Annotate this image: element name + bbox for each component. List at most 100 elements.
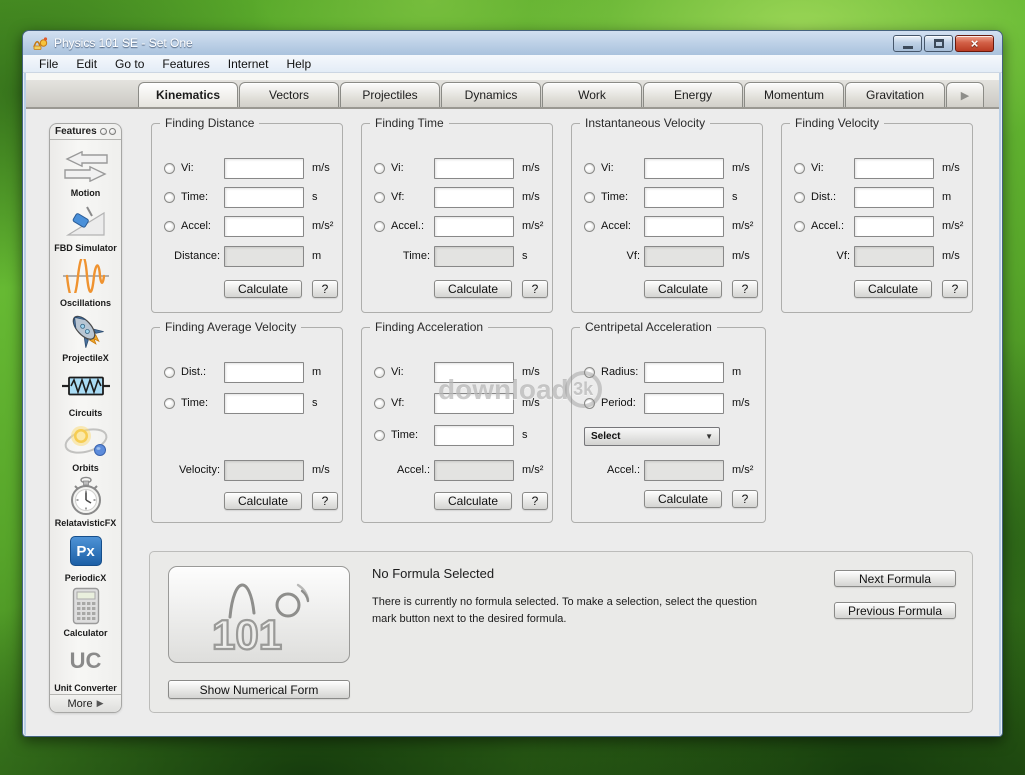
radio-time[interactable] (584, 192, 595, 203)
panel-title: Finding Acceleration (370, 320, 488, 334)
calculate-button[interactable]: Calculate (644, 280, 722, 298)
radio-vf[interactable] (374, 192, 385, 203)
tab-energy[interactable]: Energy (643, 82, 743, 107)
panel-finding-time: Finding Time Vi:m/s Vf:m/s Accel.:m/s² T… (361, 123, 553, 313)
radio-time[interactable] (374, 430, 385, 441)
close-icon: × (971, 37, 979, 50)
calculate-button[interactable]: Calculate (854, 280, 932, 298)
menu-edit[interactable]: Edit (67, 56, 106, 72)
panel-title: Finding Velocity (790, 116, 884, 130)
chevron-right-icon: ▶ (961, 89, 969, 102)
vi-input[interactable] (434, 362, 514, 383)
next-formula-button[interactable]: Next Formula (834, 570, 956, 587)
show-numerical-form-button[interactable]: Show Numerical Form (168, 680, 350, 699)
radio-accel[interactable] (794, 221, 805, 232)
accel-output (434, 460, 514, 481)
sidebar-item-fbd-simulator[interactable]: FBD Simulator (50, 199, 121, 254)
more-button[interactable]: More ▶ (50, 694, 121, 712)
accel-input[interactable] (644, 216, 724, 237)
help-button[interactable]: ? (522, 492, 548, 510)
time-input[interactable] (224, 187, 304, 208)
dist-input[interactable] (854, 187, 934, 208)
stopwatch-icon (67, 474, 105, 518)
menu-help[interactable]: Help (277, 56, 320, 72)
time-input[interactable] (644, 187, 724, 208)
radio-vi[interactable] (164, 163, 175, 174)
panel-title: Finding Average Velocity (160, 320, 301, 334)
vi-input[interactable] (644, 158, 724, 179)
tab-work[interactable]: Work (542, 82, 642, 107)
radio-time[interactable] (164, 192, 175, 203)
radio-accel[interactable] (584, 221, 595, 232)
period-input[interactable] (644, 393, 724, 414)
radio-time[interactable] (164, 398, 175, 409)
client-area: Features Motion (26, 109, 999, 735)
mode-select[interactable]: Select ▼ (584, 427, 720, 446)
titlebar[interactable]: Physics 101 SE - Set One × (23, 31, 1002, 55)
calculate-button[interactable]: Calculate (224, 492, 302, 510)
features-dot-icon[interactable] (100, 128, 107, 135)
close-button[interactable]: × (955, 35, 994, 52)
sidebar-item-oscillations[interactable]: Oscillations (50, 254, 121, 309)
sidebar-item-motion[interactable]: Motion (50, 144, 121, 199)
vf-input[interactable] (434, 187, 514, 208)
help-button[interactable]: ? (942, 280, 968, 298)
sidebar-item-projectilex[interactable]: ProjectileX (50, 309, 121, 364)
sidebar-item-unit-converter[interactable]: UC Unit Converter (50, 639, 121, 694)
accel-input[interactable] (434, 216, 514, 237)
sidebar-item-circuits[interactable]: Circuits (50, 364, 121, 419)
menu-goto[interactable]: Go to (106, 56, 153, 72)
accel-input[interactable] (854, 216, 934, 237)
calculate-button[interactable]: Calculate (434, 280, 512, 298)
dist-input[interactable] (224, 362, 304, 383)
menu-internet[interactable]: Internet (219, 56, 278, 72)
sidebar-item-calculator[interactable]: Calculator (50, 584, 121, 639)
vi-input[interactable] (434, 158, 514, 179)
vi-input[interactable] (854, 158, 934, 179)
radius-input[interactable] (644, 362, 724, 383)
minimize-button[interactable] (893, 35, 922, 52)
help-button[interactable]: ? (732, 280, 758, 298)
radio-radius[interactable] (584, 367, 595, 378)
accel-input[interactable] (224, 216, 304, 237)
tab-vectors[interactable]: Vectors (239, 82, 339, 107)
calculate-button[interactable]: Calculate (434, 492, 512, 510)
features-title: Features (55, 126, 98, 137)
radio-vi[interactable] (794, 163, 805, 174)
help-button[interactable]: ? (732, 490, 758, 508)
svg-text:101: 101 (212, 611, 282, 657)
calculate-button[interactable]: Calculate (224, 280, 302, 298)
radio-vi[interactable] (374, 367, 385, 378)
tab-projectiles[interactable]: Projectiles (340, 82, 440, 107)
periodic-table-icon: Px (70, 529, 102, 573)
radio-accel[interactable] (164, 221, 175, 232)
tab-dynamics[interactable]: Dynamics (441, 82, 541, 107)
menu-file[interactable]: File (30, 56, 67, 72)
vi-input[interactable] (224, 158, 304, 179)
radio-vi[interactable] (584, 163, 595, 174)
sidebar-item-relatavisticfx[interactable]: RelatavisticFX (50, 474, 121, 529)
radio-period[interactable] (584, 398, 595, 409)
help-button[interactable]: ? (522, 280, 548, 298)
features-dot-icon[interactable] (109, 128, 116, 135)
radio-accel[interactable] (374, 221, 385, 232)
sidebar-item-periodicx[interactable]: Px PeriodicX (50, 529, 121, 584)
sidebar-item-orbits[interactable]: Orbits (50, 419, 121, 474)
help-button[interactable]: ? (312, 492, 338, 510)
maximize-button[interactable] (924, 35, 953, 52)
previous-formula-button[interactable]: Previous Formula (834, 602, 956, 619)
radio-dist[interactable] (794, 192, 805, 203)
tab-gravitation[interactable]: Gravitation (845, 82, 945, 107)
tab-overflow-button[interactable]: ▶ (946, 82, 984, 107)
time-input[interactable] (224, 393, 304, 414)
tab-kinematics[interactable]: Kinematics (138, 82, 238, 107)
vf-input[interactable] (434, 393, 514, 414)
radio-dist[interactable] (164, 367, 175, 378)
calculate-button[interactable]: Calculate (644, 490, 722, 508)
time-input[interactable] (434, 425, 514, 446)
help-button[interactable]: ? (312, 280, 338, 298)
menu-features[interactable]: Features (153, 56, 218, 72)
radio-vi[interactable] (374, 163, 385, 174)
tab-momentum[interactable]: Momentum (744, 82, 844, 107)
radio-vf[interactable] (374, 398, 385, 409)
